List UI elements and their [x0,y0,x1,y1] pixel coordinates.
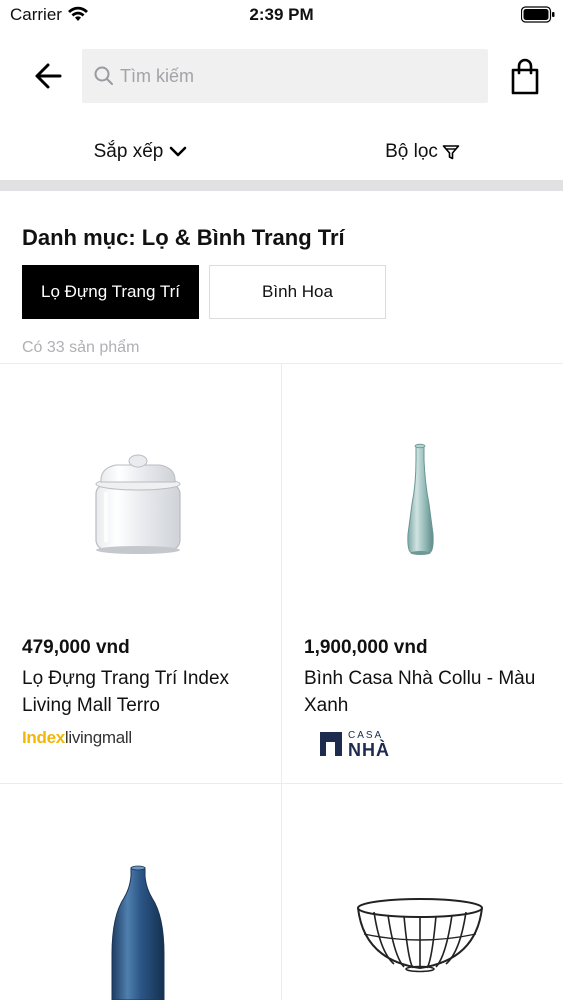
battery-icon [521,6,555,23]
product-card[interactable] [0,784,281,1000]
search-icon [94,66,113,85]
brand-logo-casa-nha: CASA NHÀ [320,730,410,760]
product-card[interactable]: 1,900,000 vnd Bình Casa Nhà Collu - Màu … [282,364,563,784]
product-image [407,443,434,555]
filter-label: Bộ lọc [385,141,438,162]
brand-logo-nha: NHÀ [348,740,390,760]
cart-button[interactable] [508,58,542,96]
product-card[interactable]: 479,000 vnd Lọ Đựng Trang Trí Index Livi… [0,364,281,784]
product-image [357,898,483,973]
clock: 2:39 PM [249,5,314,24]
sort-label: Sắp xếp [93,141,164,162]
shopping-bag-icon [511,58,539,95]
product-card[interactable] [282,784,563,1000]
brand-logo-suffix: livingmall [64,728,132,747]
product-price: 479,000 vnd [22,637,130,658]
casa-nha-mark [320,732,342,756]
brand-logo-index-living-mall: Indexlivingmall [22,728,132,748]
brand-logo-prefix: Index [22,728,65,747]
section-divider [0,180,563,191]
filter-button[interactable]: Bộ lọc [282,128,563,176]
search-bar[interactable] [82,49,488,103]
product-name: Lọ Đựng Trang Trí Index Living Mall Terr… [22,668,230,716]
product-count: Có 33 sản phẩm [22,339,140,356]
status-bar: Carrier 2:39 PM [0,0,563,30]
sort-button[interactable]: Sắp xếp [0,128,281,176]
back-button[interactable] [30,58,70,94]
arrow-left-icon [35,63,62,89]
subcategory-chip[interactable]: Bình Hoa [209,265,386,319]
subcategory-chip-selected[interactable]: Lọ Đựng Trang Trí [22,265,199,319]
chevron-down-icon [170,146,187,157]
product-image [95,454,181,554]
search-input[interactable] [120,61,470,91]
product-image [111,865,165,1000]
category-title: Danh mục: Lọ & Bình Trang Trí [22,225,345,250]
product-name: Bình Casa Nhà Collu - Màu Xanh [304,668,536,716]
funnel-icon [442,145,460,160]
product-price: 1,900,000 vnd [304,637,428,658]
